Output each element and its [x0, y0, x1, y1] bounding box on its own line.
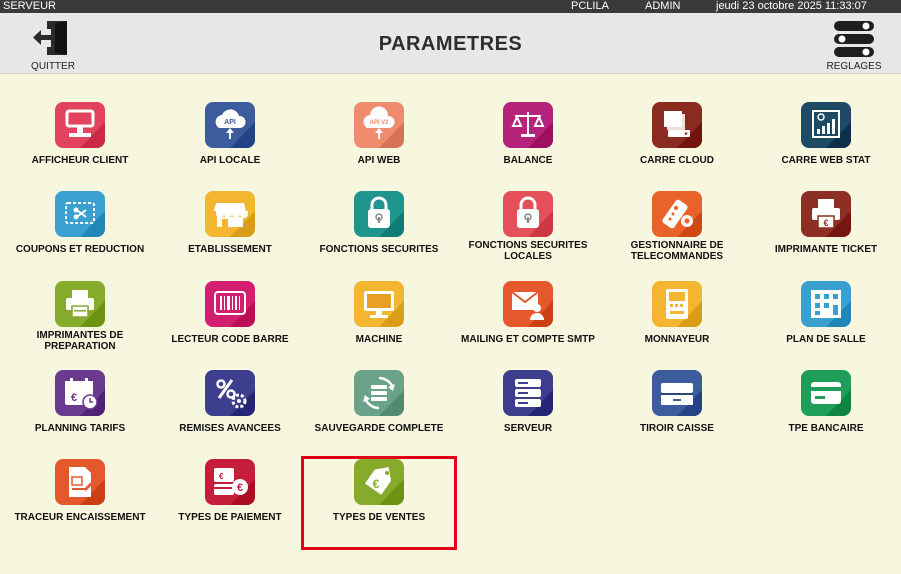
- web-stat-icon: [801, 102, 851, 148]
- tile-label: TYPES DE VENTES: [332, 512, 426, 523]
- svg-text:€: €: [373, 477, 380, 491]
- tile-label: CARRE CLOUD: [640, 155, 714, 166]
- date-time: jeudi 23 octobre 2025 11:33:07: [716, 0, 867, 12]
- tile-planning-tarifs[interactable]: € PLANNING TARIFS: [5, 370, 155, 458]
- tile-carre-web-stat[interactable]: CARRE WEB STAT: [751, 102, 901, 190]
- receipt-icon: [55, 459, 105, 505]
- lock-icon: [503, 191, 553, 237]
- monitor-icon: [354, 281, 404, 327]
- tile-fonctions-securites-locales[interactable]: FONCTIONS SECURITES LOCALES: [453, 191, 603, 279]
- header-bar: QUITTER PARAMETRES REGLAGES: [0, 13, 901, 74]
- tile-label: FONCTIONS SECURITES: [319, 244, 439, 255]
- lock-icon: [354, 191, 404, 237]
- svg-text:€: €: [219, 472, 224, 481]
- tile-label: TIROIR CAISSE: [640, 423, 714, 434]
- tile-label: IMPRIMANTE TICKET: [774, 244, 878, 255]
- svg-text:€: €: [823, 218, 828, 228]
- mail-user-icon: [503, 281, 553, 327]
- tile-etablissement[interactable]: ETABLISSEMENT: [155, 191, 305, 279]
- tile-machine[interactable]: MACHINE: [304, 281, 454, 369]
- user-name: ADMIN: [645, 0, 681, 12]
- tile-label: REMISES AVANCEES: [179, 423, 281, 434]
- tile-label: MONNAYEUR: [644, 334, 710, 345]
- status-bar: SERVEUR PCLILA ADMIN jeudi 23 octobre 20…: [0, 0, 901, 13]
- svg-text:€: €: [237, 482, 243, 494]
- tile-sauvegarde-complete[interactable]: SAUVEGARDE COMPLETE: [304, 370, 454, 458]
- floor-plan-icon: [801, 281, 851, 327]
- tile-serveur[interactable]: SERVEUR: [453, 370, 603, 458]
- tile-remises-avancees[interactable]: REMISES AVANCEES: [155, 370, 305, 458]
- payment-euro-icon: € €: [205, 459, 255, 505]
- tile-carre-cloud[interactable]: CARRE CLOUD: [602, 102, 752, 190]
- tile-label: SERVEUR: [503, 423, 553, 434]
- tile-label: CARRE WEB STAT: [781, 155, 871, 166]
- tile-label: BALANCE: [503, 155, 553, 166]
- tile-api-locale[interactable]: API API LOCALE: [155, 102, 305, 190]
- tile-label: ETABLISSEMENT: [188, 244, 272, 255]
- svg-text:API: API: [224, 119, 236, 126]
- toggle-settings-icon: [834, 21, 874, 57]
- remote-icon: [652, 191, 702, 237]
- tile-afficheur-client[interactable]: AFFICHEUR CLIENT: [5, 102, 155, 190]
- api-v2-cloud-icon: API V2: [354, 102, 404, 148]
- tile-balance[interactable]: BALANCE: [453, 102, 603, 190]
- machine-name: PCLILA: [571, 0, 609, 12]
- api-cloud-icon: API: [205, 102, 255, 148]
- tile-label: AFFICHEUR CLIENT: [31, 155, 129, 166]
- tile-label: API WEB: [357, 155, 401, 166]
- tile-types-de-paiement[interactable]: € € TYPES DE PAIEMENT: [155, 459, 305, 547]
- tile-label: MACHINE: [355, 334, 403, 345]
- scale-icon: [503, 102, 553, 148]
- server-name: SERVEUR: [3, 0, 56, 12]
- tile-coupons-et-reduction[interactable]: COUPONS ET REDUCTION: [5, 191, 155, 279]
- printer-icon: [55, 281, 105, 327]
- tile-api-web[interactable]: API V2 API WEB: [304, 102, 454, 190]
- tile-label: COUPONS ET REDUCTION: [15, 244, 145, 255]
- shop-icon: [205, 191, 255, 237]
- coupon-icon: [55, 191, 105, 237]
- tile-label: PLAN DE SALLE: [786, 334, 866, 345]
- tile-label: PLANNING TARIFS: [34, 423, 126, 434]
- tile-label: TPE BANCAIRE: [788, 423, 864, 434]
- printer-euro-icon: €: [801, 191, 851, 237]
- display-icon: [55, 102, 105, 148]
- tile-types-de-ventes[interactable]: € TYPES DE VENTES: [301, 456, 457, 550]
- cash-machine-icon: [652, 281, 702, 327]
- backup-icon: [354, 370, 404, 416]
- tile-label: MAILING ET COMPTE SMTP: [461, 334, 595, 345]
- tile-plan-de-salle[interactable]: PLAN DE SALLE: [751, 281, 901, 369]
- cash-drawer-icon: [652, 370, 702, 416]
- settings-label: REGLAGES: [826, 61, 882, 72]
- svg-text:API V2: API V2: [369, 120, 389, 126]
- price-tag-euro-icon: €: [354, 459, 404, 505]
- tile-label: TRACEUR ENCAISSEMENT: [14, 512, 146, 523]
- card-icon: [801, 370, 851, 416]
- tile-label: LECTEUR CODE BARRE: [171, 334, 289, 345]
- tile-label: FONCTIONS SECURITES LOCALES: [468, 240, 588, 262]
- quit-label: QUITTER: [31, 61, 75, 72]
- tile-gestionnaire-de-telecommandes[interactable]: GESTIONNAIRE DE TELECOMMANDES: [602, 191, 752, 279]
- tile-label: SAUVEGARDE COMPLETE: [314, 423, 444, 434]
- percent-gear-icon: [205, 370, 255, 416]
- tile-imprimantes-de-preparation[interactable]: IMPRIMANTES DE PREPARATION: [5, 281, 155, 369]
- tile-tpe-bancaire[interactable]: TPE BANCAIRE: [751, 370, 901, 458]
- tile-label: GESTIONNAIRE DE TELECOMMANDES: [630, 240, 724, 262]
- tile-lecteur-code-barre[interactable]: LECTEUR CODE BARRE: [155, 281, 305, 369]
- tile-traceur-encaissement[interactable]: TRACEUR ENCAISSEMENT: [5, 459, 155, 547]
- tile-label: API LOCALE: [199, 155, 261, 166]
- cloud-server-icon: [652, 102, 702, 148]
- calendar-euro-icon: €: [55, 370, 105, 416]
- tile-tiroir-caisse[interactable]: TIROIR CAISSE: [602, 370, 752, 458]
- tile-fonctions-securites[interactable]: FONCTIONS SECURITES: [304, 191, 454, 279]
- tile-imprimante-ticket[interactable]: € IMPRIMANTE TICKET: [751, 191, 901, 279]
- tile-label: TYPES DE PAIEMENT: [178, 512, 282, 523]
- tile-monnayeur[interactable]: MONNAYEUR: [602, 281, 752, 369]
- barcode-icon: [205, 281, 255, 327]
- svg-text:€: €: [71, 392, 77, 404]
- settings-button[interactable]: REGLAGES: [814, 17, 894, 73]
- page-title: PARAMETRES: [378, 33, 523, 55]
- server-icon: [503, 370, 553, 416]
- tile-label: IMPRIMANTES DE PREPARATION: [36, 330, 124, 352]
- tile-mailing-et-compte-smtp[interactable]: MAILING ET COMPTE SMTP: [453, 281, 603, 369]
